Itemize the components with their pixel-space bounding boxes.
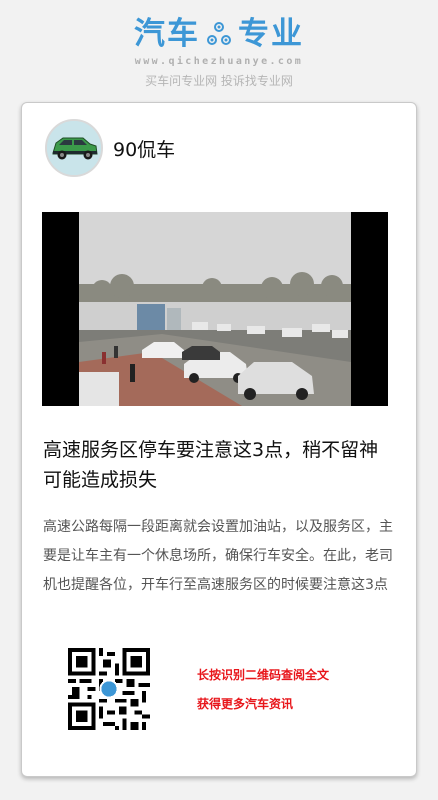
article-card: 90侃车 高速服务区停车要注意这3点，稍不留神可能造成损失 高速公路每隔一段距离… — [21, 102, 417, 777]
logo-text-left: 汽车 — [134, 16, 200, 52]
author-avatar[interactable] — [45, 119, 103, 177]
article-title[interactable]: 高速服务区停车要注意这3点，稍不留神可能造成损失 — [43, 435, 393, 495]
cta-more-news: 获得更多汽车资讯 — [197, 697, 294, 711]
article-photo[interactable] — [42, 212, 388, 406]
parking-lot-image — [42, 212, 388, 406]
article-summary: 高速公路每隔一段距离就会设置加油站，以及服务区，主要是让车主有一个休息场所，确保… — [43, 519, 393, 593]
page-header: 汽车 专业 www.qichezhuanye.com 买车问专业网 投诉找专业网 — [0, 0, 438, 100]
site-logo[interactable]: 汽车 专业 — [0, 14, 438, 54]
logo-text-right: 专业 — [238, 16, 304, 52]
author-name[interactable]: 90侃车 — [113, 135, 175, 162]
gear-icon — [207, 22, 231, 45]
car-avatar-icon — [47, 121, 101, 175]
cta-scan-qr: 长按识别二维码查阅全文 — [197, 668, 330, 682]
site-domain: www.qichezhuanye.com — [134, 56, 304, 67]
site-slogan: 买车问专业网 投诉找专业网 — [145, 74, 293, 88]
qr-code[interactable] — [68, 648, 150, 730]
qr-code-icon — [68, 648, 150, 730]
